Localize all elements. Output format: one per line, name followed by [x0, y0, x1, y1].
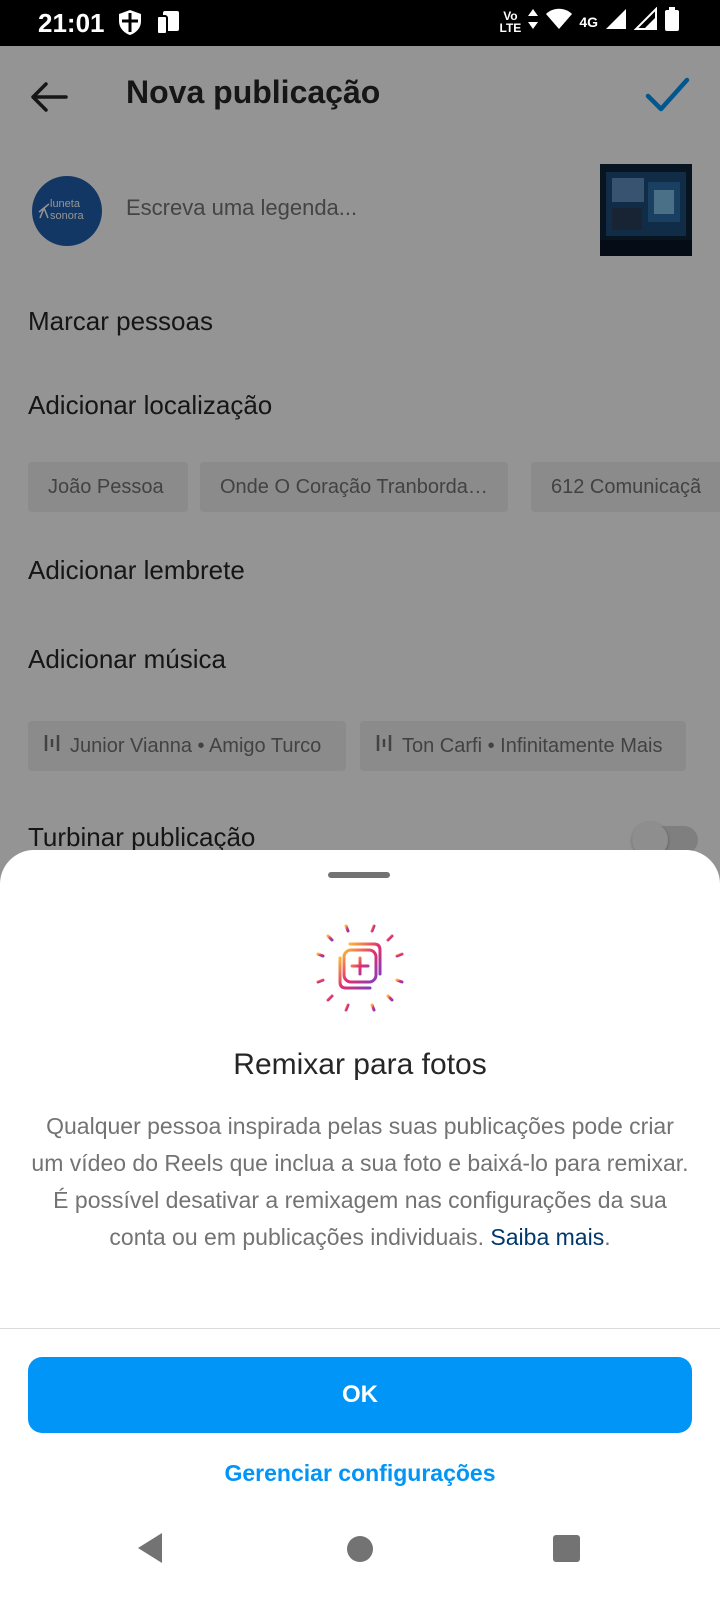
manage-settings-link[interactable]: Gerenciar configurações	[0, 1460, 720, 1487]
sheet-description: Qualquer pessoa inspirada pelas suas pub…	[30, 1108, 690, 1256]
shield-icon	[116, 8, 144, 41]
sheet-body-period: .	[604, 1224, 611, 1250]
sheet-divider	[0, 1328, 720, 1329]
signal-icon	[604, 7, 628, 36]
system-nav-bar	[0, 1510, 720, 1600]
phone-tablet-icon	[154, 8, 182, 41]
volte-indicator: Vo LTE	[499, 8, 522, 35]
data-arrows-icon	[527, 7, 539, 36]
status-bar: 21:01 Vo LTE 4G	[0, 0, 720, 46]
nav-recents-icon[interactable]	[553, 1535, 580, 1562]
network-type-label: 4G	[579, 13, 598, 30]
remix-bottom-sheet: Remixar para fotos Qualquer pessoa inspi…	[0, 850, 720, 1600]
signal-icon	[633, 6, 658, 36]
learn-more-link[interactable]: Saiba mais	[490, 1224, 604, 1250]
status-time: 21:01	[38, 8, 105, 38]
remix-icon	[310, 918, 410, 1018]
battery-icon	[664, 6, 680, 37]
sheet-title: Remixar para fotos	[233, 1048, 487, 1081]
ok-button[interactable]: OK	[28, 1357, 692, 1433]
sheet-grabber[interactable]	[328, 872, 390, 878]
wifi-icon	[545, 7, 573, 36]
nav-home-icon[interactable]	[347, 1536, 373, 1562]
nav-back-icon[interactable]	[134, 1530, 166, 1571]
